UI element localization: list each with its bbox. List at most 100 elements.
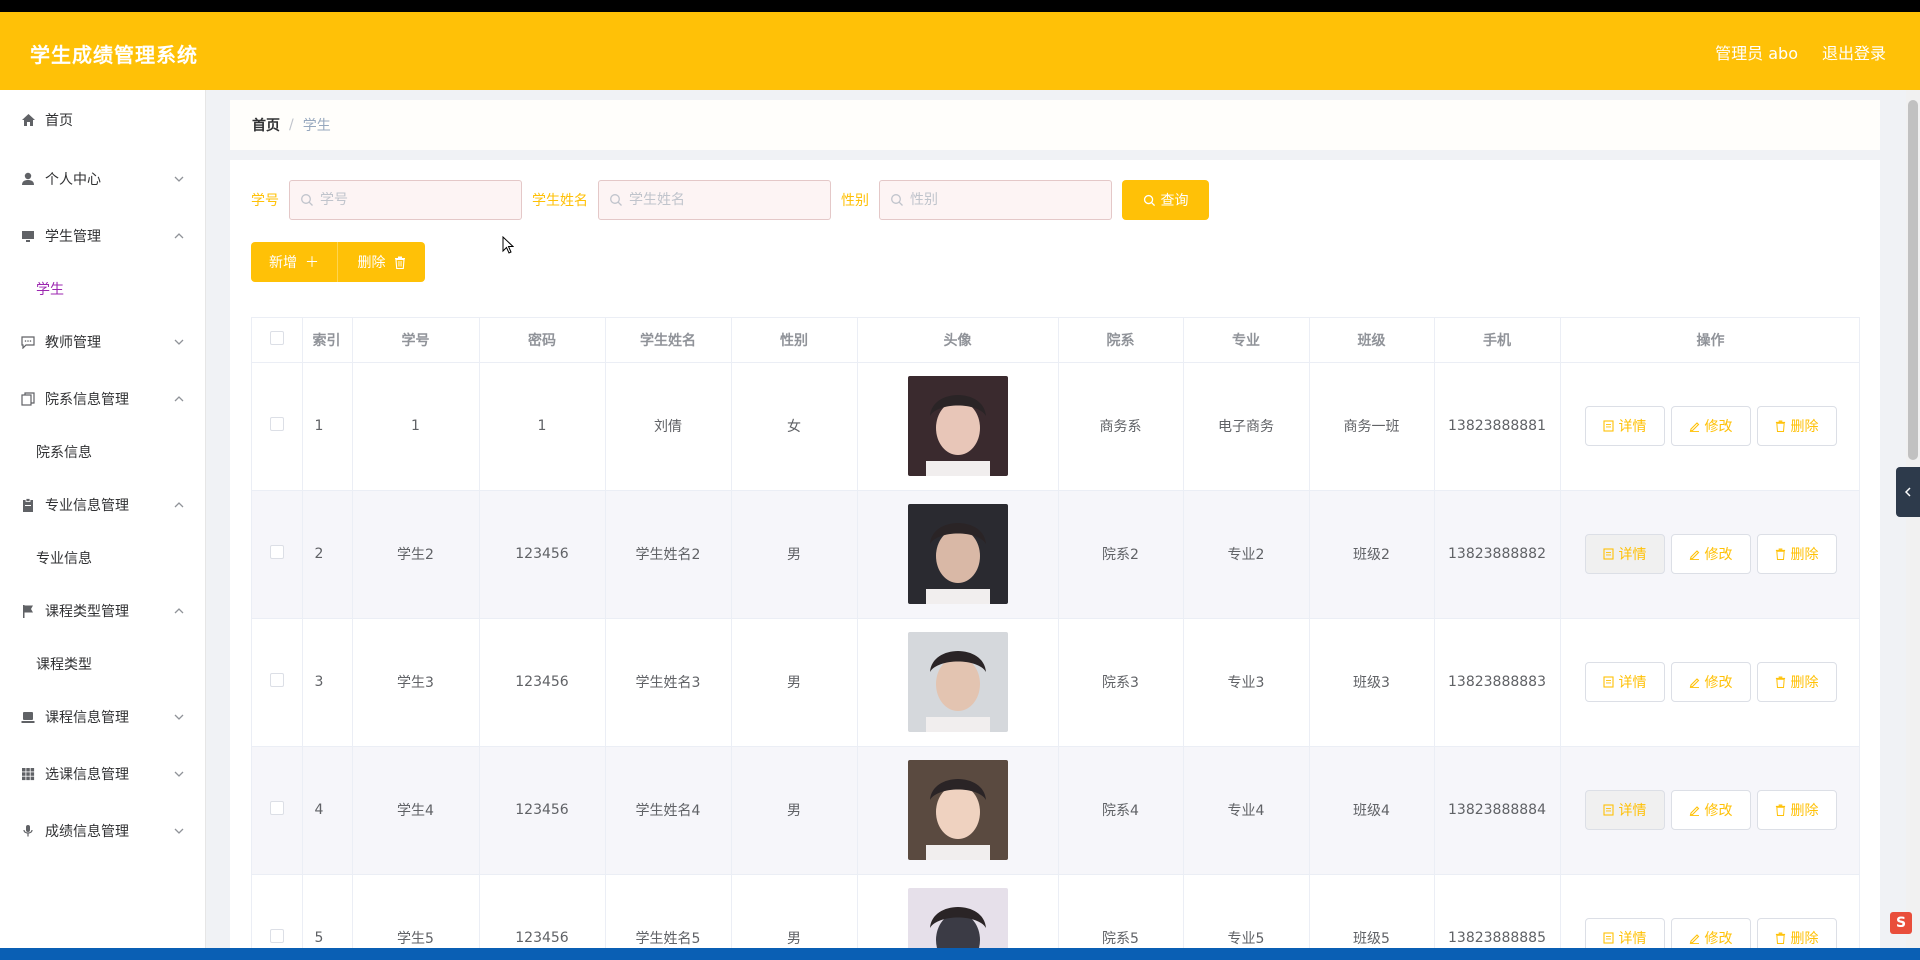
- action-toolbar: 新增 ＋ 删除: [251, 242, 425, 282]
- logout-link[interactable]: 退出登录: [1822, 40, 1886, 64]
- sidebar-item-major-info[interactable]: 专业信息: [0, 533, 205, 582]
- query-button-label: 查询: [1160, 193, 1189, 209]
- department-cell: 院系2: [1058, 490, 1184, 619]
- index-cell: 2: [302, 490, 353, 619]
- phone-cell: 13823888882: [1434, 490, 1561, 619]
- select-all-cell: [252, 318, 303, 363]
- delete-button[interactable]: 删除: [1756, 406, 1837, 446]
- avatar-cell: [857, 490, 1059, 619]
- sidebar-item-course-type[interactable]: 课程类型: [0, 639, 205, 688]
- table-row: 3 学生3 123456 学生姓名3 男 院系3 专业3 班级3 13823888883 详情 修改…: [252, 618, 1859, 747]
- table-row: 4 学生4 123456 学生姓名4 男 院系4 专业4 班级4 13823888884 详情 修改…: [252, 746, 1859, 875]
- chevron-left-icon: [1904, 487, 1911, 497]
- detail-button[interactable]: 详情: [1584, 918, 1665, 948]
- user-icon: [20, 171, 36, 187]
- batch-delete-button[interactable]: 删除: [338, 242, 425, 282]
- student-name-label: 学生姓名: [532, 193, 588, 209]
- delete-button[interactable]: 删除: [1756, 534, 1837, 574]
- avatar[interactable]: [907, 632, 1008, 732]
- sidebar-item-course-type-management[interactable]: 课程类型管理: [0, 582, 205, 639]
- student-no-cell: 学生3: [352, 618, 480, 747]
- sidebar-item-department-info[interactable]: 院系信息: [0, 427, 205, 476]
- table-header-row: 索引 学号 密码 学生姓名 性别 头像 院系 专业 班级 手机 操作: [252, 318, 1859, 363]
- sidebar-item-student[interactable]: 学生: [0, 264, 205, 313]
- edit-button[interactable]: 修改: [1670, 534, 1751, 574]
- os-taskbar: [0, 948, 1920, 960]
- chat-icon: [20, 334, 36, 350]
- settings-collapse-tab[interactable]: [1896, 467, 1920, 517]
- department-cell: 院系5: [1058, 874, 1184, 948]
- row-checkbox[interactable]: [269, 673, 284, 687]
- admin-user-label[interactable]: 管理员 abo: [1715, 40, 1798, 64]
- sidebar-item-major-management[interactable]: 专业信息管理: [0, 476, 205, 533]
- avatar[interactable]: [907, 376, 1008, 476]
- class-cell: 商务一班: [1309, 362, 1435, 491]
- row-checkbox[interactable]: [269, 545, 284, 559]
- chevron-down-icon: [174, 828, 184, 834]
- edit-button[interactable]: 修改: [1670, 406, 1751, 446]
- edit-button[interactable]: 修改: [1670, 918, 1751, 948]
- add-button-label: 新增: [269, 255, 297, 271]
- student-no-cell: 学生5: [352, 874, 480, 948]
- avatar[interactable]: [907, 504, 1008, 604]
- edit-icon: [1689, 422, 1699, 432]
- detail-button[interactable]: 详情: [1584, 406, 1665, 446]
- class-cell: 班级5: [1309, 874, 1435, 948]
- sidebar-item-home[interactable]: 首页: [0, 90, 205, 150]
- app-window: 学生成绩管理系统 管理员 abo 退出登录 首页 个人中心 学生管理 学生 教师…: [0, 12, 1920, 948]
- gender-field[interactable]: [879, 180, 1112, 220]
- edit-button[interactable]: 修改: [1670, 790, 1751, 830]
- breadcrumb-home[interactable]: 首页: [252, 115, 280, 135]
- sidebar-item-personal-center[interactable]: 个人中心: [0, 150, 205, 207]
- delete-button[interactable]: 删除: [1756, 918, 1837, 948]
- sidebar-item-grade-management[interactable]: 成绩信息管理: [0, 802, 205, 859]
- student-no-label: 学号: [251, 193, 279, 209]
- delete-button[interactable]: 删除: [1756, 662, 1837, 702]
- add-button[interactable]: 新增 ＋: [251, 242, 338, 282]
- chevron-up-icon: [174, 233, 184, 239]
- search-icon: [610, 194, 622, 206]
- sidebar-item-course-info-management[interactable]: 课程信息管理: [0, 688, 205, 745]
- sidebar-item-label: 课程类型: [36, 656, 92, 673]
- gender-input[interactable]: [910, 192, 1100, 208]
- student-no-input[interactable]: [320, 192, 510, 208]
- edit-button[interactable]: 修改: [1670, 662, 1751, 702]
- chevron-down-icon: [174, 339, 184, 345]
- sidebar-item-student-management[interactable]: 学生管理: [0, 207, 205, 264]
- delete-button[interactable]: 删除: [1756, 790, 1837, 830]
- major-cell: 专业2: [1183, 490, 1310, 619]
- query-button[interactable]: 查询: [1122, 180, 1209, 220]
- detail-button[interactable]: 详情: [1584, 534, 1665, 574]
- student-name-field[interactable]: [598, 180, 831, 220]
- index-cell: 4: [302, 746, 353, 875]
- table-row: 5 学生5 123456 学生姓名5 男 院系5 专业5 班级5 13823888885 详情 修改…: [252, 874, 1859, 948]
- row-checkbox[interactable]: [269, 801, 284, 815]
- detail-button[interactable]: 详情: [1584, 790, 1665, 830]
- phone-cell: 13823888884: [1434, 746, 1561, 875]
- operations-cell: 详情 修改 删除: [1560, 490, 1859, 619]
- sidebar-item-label: 教师管理: [45, 334, 101, 351]
- sidebar-item-teacher-management[interactable]: 教师管理: [0, 313, 205, 370]
- sidebar-item-course-selection-management[interactable]: 选课信息管理: [0, 745, 205, 802]
- chevron-down-icon: [174, 176, 184, 182]
- chevron-up-icon: [174, 502, 184, 508]
- row-checkbox[interactable]: [269, 417, 284, 431]
- student-no-field[interactable]: [289, 180, 522, 220]
- breadcrumb-current: 学生: [302, 118, 331, 134]
- avatar[interactable]: [907, 888, 1008, 948]
- row-checkbox[interactable]: [269, 929, 284, 943]
- avatar[interactable]: [907, 760, 1008, 860]
- edit-icon: [1689, 678, 1699, 688]
- sidebar-item-label: 成绩信息管理: [45, 823, 129, 840]
- student-name-input[interactable]: [629, 192, 819, 208]
- main-panel: 学号 学生姓名 性别 查询 新增 ＋: [230, 160, 1880, 948]
- column-header: 头像: [857, 318, 1059, 363]
- detail-button[interactable]: 详情: [1584, 662, 1665, 702]
- index-cell: 5: [302, 874, 353, 948]
- document-icon: [1602, 420, 1614, 432]
- page-scrollbar-thumb[interactable]: [1908, 100, 1918, 460]
- gender-cell: 男: [731, 746, 858, 875]
- select-all-checkbox[interactable]: [269, 330, 284, 345]
- copy-icon: [20, 391, 36, 407]
- sidebar-item-department-management[interactable]: 院系信息管理: [0, 370, 205, 427]
